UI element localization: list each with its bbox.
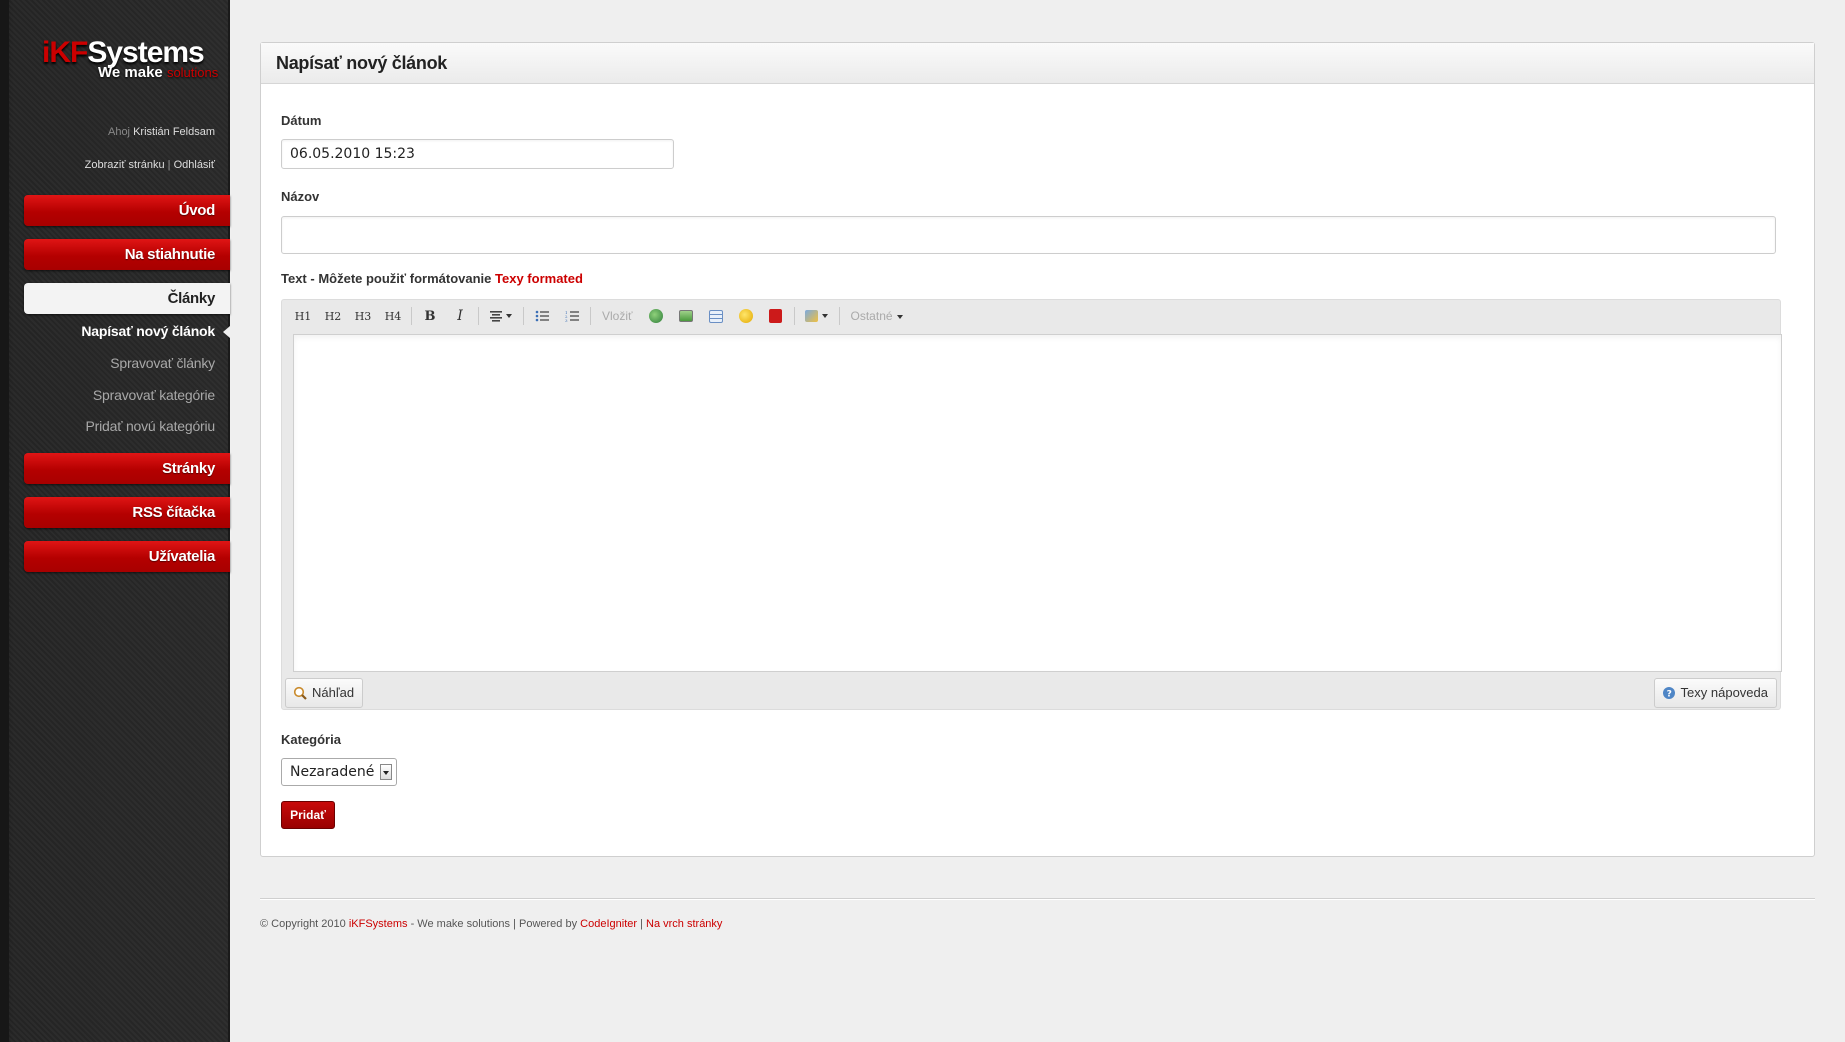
chevron-down-icon [896, 314, 903, 319]
chevron-down-icon [822, 314, 829, 318]
help-icon: ? [1662, 687, 1675, 700]
footer-tagline: - We make solutions | Powered by [410, 918, 578, 930]
h2-button[interactable]: H2 [318, 303, 348, 329]
h3-button[interactable]: H3 [348, 303, 378, 329]
texy-editor: H1 H2 H3 H4 B I 123 Vložiť Ostatné Náhľa… [281, 299, 1782, 710]
align-center-icon [490, 310, 502, 322]
help-button[interactable]: ? Texy nápoveda [1653, 678, 1777, 708]
youtube-icon [769, 309, 783, 323]
footer-divider [260, 898, 1815, 900]
align-dropdown[interactable] [482, 303, 520, 329]
text-area[interactable] [293, 334, 1782, 672]
greeting-prefix: Ahoj [107, 126, 131, 138]
date-label: Dátum [281, 113, 322, 128]
magnifier-icon [293, 686, 307, 700]
footer-copyright: © Copyright 2010 [260, 918, 346, 930]
insert-smiley-button[interactable] [731, 303, 761, 329]
category-selected-value: Nezaradené [290, 764, 375, 780]
h1-button[interactable]: H1 [288, 303, 318, 329]
category-select[interactable]: Nezaradené [281, 758, 398, 786]
other-dropdown[interactable]: Ostatné [843, 309, 911, 323]
sidebar: iKFSystems We make solutions Ahoj Kristi… [0, 0, 230, 1042]
insert-label: Vložiť [602, 309, 633, 323]
date-input[interactable]: 06.05.2010 15:23 [281, 139, 674, 169]
nav-articles[interactable]: Články [24, 283, 230, 314]
h4-button[interactable]: H4 [378, 303, 408, 329]
insert-link-button[interactable] [641, 303, 671, 329]
preview-button[interactable]: Náhľad [285, 678, 364, 708]
globe-link-icon [648, 309, 663, 323]
help-button-label: Texy nápoveda [1680, 685, 1768, 700]
insert-youtube-button[interactable] [761, 303, 791, 329]
color-palette-icon [805, 310, 819, 322]
chevron-down-icon [506, 314, 512, 318]
logout-link[interactable]: Odhlásiť [174, 159, 215, 171]
insert-table-button[interactable] [701, 303, 731, 329]
editor-toolbar: H1 H2 H3 H4 B I 123 Vložiť Ostatné [288, 302, 911, 330]
chevron-down-icon [380, 764, 393, 780]
texy-link[interactable]: Texy formated [495, 271, 583, 286]
svg-text:3: 3 [565, 318, 568, 322]
bold-button[interactable]: B [415, 303, 445, 329]
logo-tagline: We make [98, 64, 163, 81]
submit-button[interactable]: Pridať [281, 801, 335, 829]
table-icon [708, 309, 723, 323]
nav-users[interactable]: Užívatelia [24, 541, 230, 572]
logo[interactable]: iKFSystems We make solutions [42, 36, 222, 86]
subnav-write-article-label: Napísať nový článok [81, 323, 215, 339]
footer-brand-link[interactable]: iKFSystems [349, 918, 408, 930]
logo-tagline-red: solutions [166, 65, 219, 80]
footer-separator: | [640, 918, 643, 930]
nav-home[interactable]: Úvod [24, 195, 230, 226]
preview-button-label: Náhľad [312, 685, 355, 700]
svg-text:?: ? [1666, 690, 1671, 700]
italic-button[interactable]: I [445, 303, 475, 329]
footer-codeigniter-link[interactable]: CodeIgniter [580, 918, 637, 930]
user-links: Zobraziť stránku | Odhlásiť [85, 159, 215, 171]
footer: © Copyright 2010 iKFSystems - We make so… [260, 918, 722, 930]
footer-back-to-top-link[interactable]: Na vrch stránky [646, 918, 722, 930]
smiley-icon [738, 309, 753, 323]
text-label: Text - Môžete použiť formátovanie Texy f… [281, 271, 583, 286]
bullet-list-button[interactable] [527, 303, 557, 329]
user-name: Kristián Feldsam [133, 126, 215, 138]
insert-image-button[interactable] [671, 303, 701, 329]
text-label-text: Text - Môžete použiť formátovanie [281, 271, 492, 286]
subnav-write-article[interactable]: Napísať nový článok [81, 323, 230, 339]
subnav-manage-categories[interactable]: Spravovať kategórie [93, 387, 215, 403]
nav-rss[interactable]: RSS čítačka [24, 497, 230, 528]
title-label: Názov [281, 189, 320, 204]
article-form-panel: Napísať nový článok Dátum 06.05.2010 15:… [260, 42, 1815, 857]
nav-downloads[interactable]: Na stiahnutie [24, 239, 230, 270]
user-greeting: Ahoj Kristián Feldsam [108, 126, 215, 138]
nav-pages[interactable]: Stránky [24, 453, 230, 484]
logo-brand-red: iKF [42, 36, 88, 69]
image-icon [678, 310, 693, 322]
bullet-list-icon [535, 310, 549, 322]
numbered-list-icon: 123 [565, 310, 579, 322]
subnav-manage-articles[interactable]: Spravovať články [110, 355, 215, 371]
title-input[interactable] [281, 216, 1776, 254]
category-label: Kategória [281, 732, 341, 747]
other-dropdown-label: Ostatné [850, 309, 893, 323]
numbered-list-button[interactable]: 123 [557, 303, 587, 329]
link-separator: | [167, 159, 171, 171]
view-site-link[interactable]: Zobraziť stránku [85, 159, 165, 171]
current-indicator-arrow [223, 326, 230, 338]
subnav-add-category[interactable]: Pridať novú kategóriu [86, 418, 216, 434]
color-dropdown[interactable] [798, 303, 836, 329]
page-title: Napísať nový článok [261, 43, 1814, 84]
